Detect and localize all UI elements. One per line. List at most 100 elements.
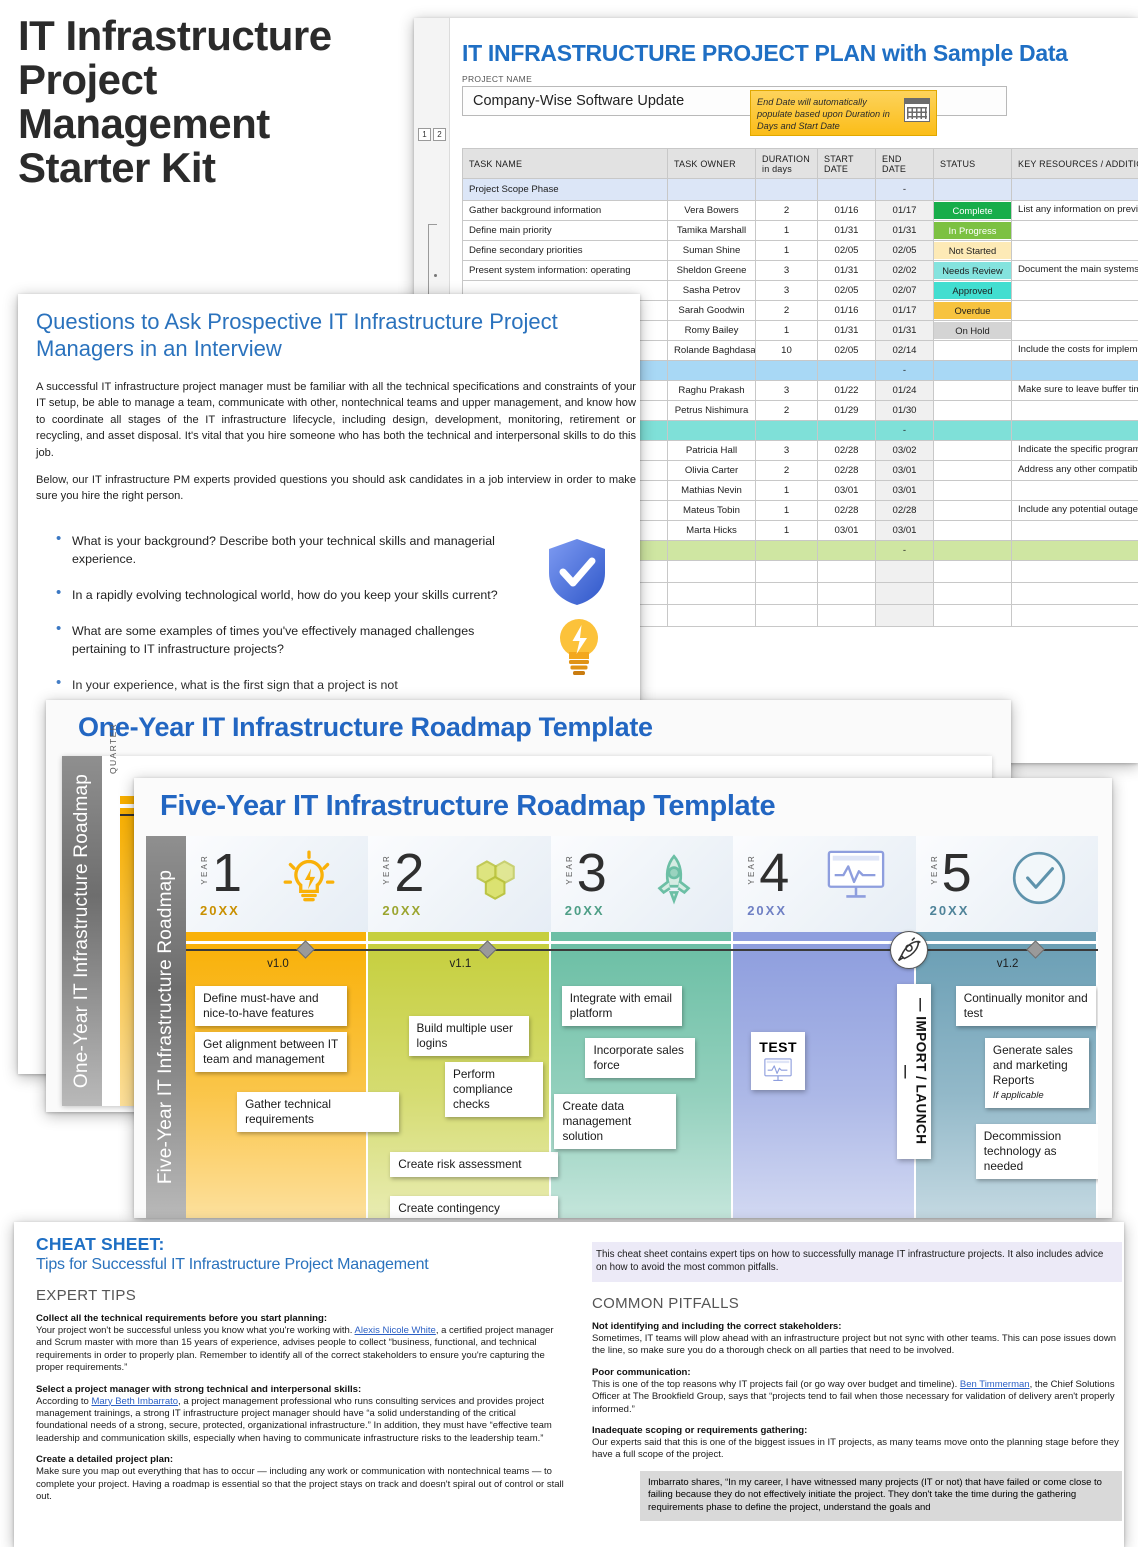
cell-duration[interactable] bbox=[755, 604, 818, 627]
cell-task-owner[interactable]: Suman Shine bbox=[667, 240, 756, 261]
cell-duration[interactable] bbox=[755, 178, 818, 201]
outline-level-1-button[interactable]: 1 bbox=[418, 128, 431, 141]
cell-duration[interactable] bbox=[755, 420, 818, 441]
cheat-sheet-link[interactable]: Alexis Nicole White bbox=[355, 1325, 436, 1336]
cell-start-date[interactable]: 01/31 bbox=[817, 320, 876, 341]
cell-status[interactable] bbox=[933, 380, 1012, 401]
cell-end-date[interactable]: - bbox=[875, 420, 934, 441]
cell-duration[interactable]: 3 bbox=[755, 260, 818, 281]
cell-duration[interactable] bbox=[755, 582, 818, 605]
cell-status[interactable] bbox=[933, 500, 1012, 521]
cell-status[interactable]: Complete bbox=[933, 200, 1012, 221]
cell-end-date[interactable]: 03/01 bbox=[875, 520, 934, 541]
col-task-name[interactable]: TASK NAME bbox=[462, 148, 668, 179]
cell-end-date[interactable] bbox=[875, 604, 934, 627]
cell-task-owner[interactable] bbox=[667, 560, 756, 583]
cell-end-date[interactable]: 02/05 bbox=[875, 240, 934, 261]
cell-end-date[interactable]: 02/14 bbox=[875, 340, 934, 361]
cell-duration[interactable]: 2 bbox=[755, 200, 818, 221]
cell-task-owner[interactable]: Romy Bailey bbox=[667, 320, 756, 341]
col-end-date[interactable]: END DATE bbox=[875, 148, 934, 179]
cell-start-date[interactable]: 02/28 bbox=[817, 500, 876, 521]
col-duration[interactable]: DURATION in days bbox=[755, 148, 818, 179]
cell-status[interactable] bbox=[933, 420, 1012, 441]
table-row[interactable]: Project Scope Phase - bbox=[462, 178, 1138, 201]
roadmap-task-chip[interactable]: Create data management solution bbox=[554, 1094, 677, 1149]
cell-notes[interactable]: Include any potential outages that might… bbox=[1011, 500, 1138, 521]
roadmap-task-chip[interactable]: Gather technical requirements bbox=[237, 1092, 400, 1132]
cell-status[interactable] bbox=[933, 400, 1012, 421]
roadmap-task-chip[interactable]: Build multiple user logins bbox=[408, 1016, 529, 1056]
cell-start-date[interactable] bbox=[817, 560, 876, 583]
cell-notes[interactable] bbox=[1011, 604, 1138, 627]
roadmap-task-chip[interactable]: Incorporate sales force bbox=[585, 1038, 696, 1078]
cell-notes[interactable] bbox=[1011, 582, 1138, 605]
cell-start-date[interactable]: 01/16 bbox=[817, 300, 876, 321]
col-start-date[interactable]: START DATE bbox=[817, 148, 876, 179]
cell-end-date[interactable] bbox=[875, 560, 934, 583]
cell-task-owner[interactable]: Vera Bowers bbox=[667, 200, 756, 221]
cell-status[interactable] bbox=[933, 340, 1012, 361]
cell-end-date[interactable]: 03/02 bbox=[875, 440, 934, 461]
cell-task-owner[interactable]: Sheldon Greene bbox=[667, 260, 756, 281]
cheat-sheet-document[interactable]: CHEAT SHEET: Tips for Successful IT Infr… bbox=[14, 1222, 1124, 1547]
cell-duration[interactable]: 1 bbox=[755, 320, 818, 341]
roadmap-task-chip[interactable]: Decommission technology as needed bbox=[975, 1124, 1098, 1179]
cell-duration[interactable]: 1 bbox=[755, 480, 818, 501]
cell-status[interactable] bbox=[933, 540, 1012, 561]
cell-end-date[interactable]: 01/17 bbox=[875, 300, 934, 321]
cell-notes[interactable]: Indicate the specific programs bbox=[1011, 440, 1138, 461]
cell-task-owner[interactable]: Rolande Baghdasaryan bbox=[667, 340, 756, 361]
cell-status[interactable]: Not Started bbox=[933, 240, 1012, 261]
cell-notes[interactable]: Include the costs for implementation and… bbox=[1011, 340, 1138, 361]
cell-notes[interactable] bbox=[1011, 240, 1138, 261]
table-row[interactable]: Gather background information Vera Bowers… bbox=[462, 200, 1138, 221]
cell-status[interactable]: In Progress bbox=[933, 220, 1012, 241]
cell-status[interactable] bbox=[933, 460, 1012, 481]
cell-end-date[interactable]: 01/17 bbox=[875, 200, 934, 221]
col-status[interactable]: STATUS bbox=[933, 148, 1012, 179]
cell-start-date[interactable]: 02/28 bbox=[817, 460, 876, 481]
cell-start-date[interactable]: 02/05 bbox=[817, 340, 876, 361]
cell-notes[interactable] bbox=[1011, 178, 1138, 201]
cell-notes[interactable] bbox=[1011, 540, 1138, 561]
cell-task-owner[interactable] bbox=[667, 360, 756, 381]
table-row[interactable]: Define secondary priorities Suman Shine 1 0… bbox=[462, 240, 1138, 261]
cell-start-date[interactable]: 03/01 bbox=[817, 480, 876, 501]
cell-duration[interactable]: 3 bbox=[755, 380, 818, 401]
cell-task-owner[interactable]: Mateus Tobin bbox=[667, 500, 756, 521]
cell-start-date[interactable]: 01/31 bbox=[817, 220, 876, 241]
cell-task-name[interactable]: Present system information: operating bbox=[462, 260, 668, 281]
cell-status[interactable] bbox=[933, 480, 1012, 501]
cell-start-date[interactable]: 02/28 bbox=[817, 440, 876, 461]
cell-task-owner[interactable]: Olivia Carter bbox=[667, 460, 756, 481]
col-task-owner[interactable]: TASK OWNER bbox=[667, 148, 756, 179]
cell-task-owner[interactable]: Marta Hicks bbox=[667, 520, 756, 541]
cell-notes[interactable] bbox=[1011, 300, 1138, 321]
cell-notes[interactable]: Address any other compatibility issues i… bbox=[1011, 460, 1138, 481]
cell-status[interactable] bbox=[933, 520, 1012, 541]
cell-duration[interactable] bbox=[755, 540, 818, 561]
cell-task-owner[interactable] bbox=[667, 582, 756, 605]
five-year-roadmap-card[interactable]: Five-Year IT Infrastructure Roadmap Temp… bbox=[134, 778, 1112, 1218]
cell-end-date[interactable]: 01/31 bbox=[875, 220, 934, 241]
cell-task-owner[interactable]: Sarah Goodwin bbox=[667, 300, 756, 321]
cell-end-date[interactable]: 03/01 bbox=[875, 480, 934, 501]
outline-level-2-button[interactable]: 2 bbox=[433, 128, 446, 141]
cell-start-date[interactable] bbox=[817, 360, 876, 381]
cell-task-owner[interactable]: Petrus Nishimura bbox=[667, 400, 756, 421]
cell-start-date[interactable]: 01/22 bbox=[817, 380, 876, 401]
cell-notes[interactable] bbox=[1011, 280, 1138, 301]
cell-task-name[interactable]: Define main priority bbox=[462, 220, 668, 241]
cell-task-name[interactable]: Gather background information bbox=[462, 200, 668, 221]
cell-start-date[interactable] bbox=[817, 420, 876, 441]
cell-status[interactable] bbox=[933, 178, 1012, 201]
cell-task-owner[interactable]: Patricia Hall bbox=[667, 440, 756, 461]
cell-end-date[interactable]: - bbox=[875, 360, 934, 381]
cheat-sheet-link[interactable]: Mary Beth Imbarrato bbox=[91, 1396, 178, 1407]
cell-task-owner[interactable] bbox=[667, 604, 756, 627]
cell-duration[interactable]: 1 bbox=[755, 240, 818, 261]
roadmap-task-chip[interactable]: Continually monitor and test bbox=[955, 986, 1096, 1026]
cell-start-date[interactable]: 02/05 bbox=[817, 280, 876, 301]
cell-duration[interactable]: 2 bbox=[755, 300, 818, 321]
